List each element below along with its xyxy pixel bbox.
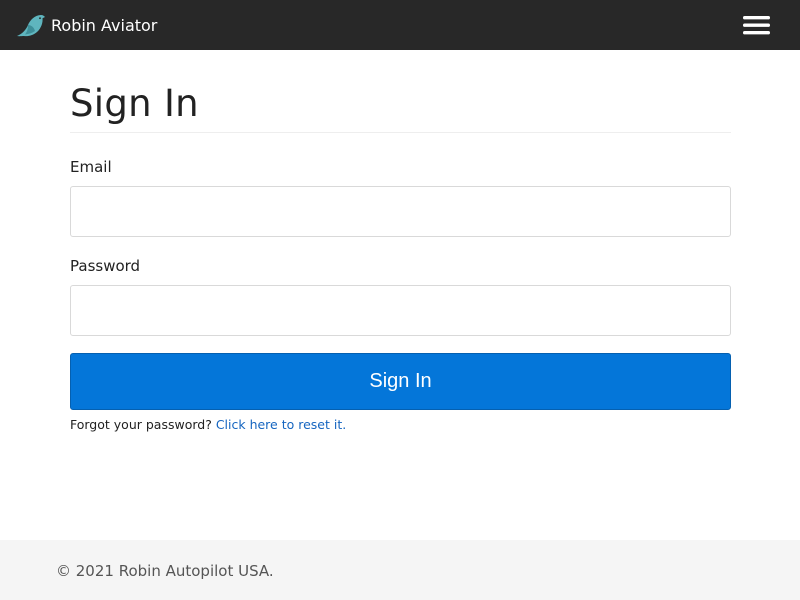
password-field[interactable] <box>70 284 731 336</box>
hamburger-menu-icon <box>743 16 770 35</box>
top-navbar: Robin Aviator <box>0 0 800 50</box>
sign-in-form: Email Password Sign In Forgot your passw… <box>70 158 731 432</box>
copyright-text: © 2021 Robin Autopilot USA. <box>56 562 274 580</box>
password-label: Password <box>70 256 141 275</box>
email-field[interactable] <box>70 185 731 237</box>
brand-home-link[interactable]: Robin Aviator <box>16 12 157 38</box>
page-footer: © 2021 Robin Autopilot USA. <box>0 540 800 600</box>
forgot-password-text: Forgot your password? <box>70 416 212 432</box>
hamburger-menu-button[interactable] <box>743 15 771 37</box>
forgot-password-line: Forgot your password? Click here to rese… <box>70 417 731 432</box>
brand-name: Robin Aviator <box>51 15 158 35</box>
reset-link-period: . <box>342 416 347 432</box>
sign-in-button[interactable]: Sign In <box>70 352 731 410</box>
robin-bird-icon <box>17 15 45 37</box>
sign-in-container: Sign In Email Password Sign In Forgot yo… <box>70 50 731 432</box>
reset-password-link[interactable]: Click here to reset it <box>216 417 342 432</box>
email-label: Email <box>70 157 112 176</box>
page-title: Sign In <box>70 83 731 133</box>
